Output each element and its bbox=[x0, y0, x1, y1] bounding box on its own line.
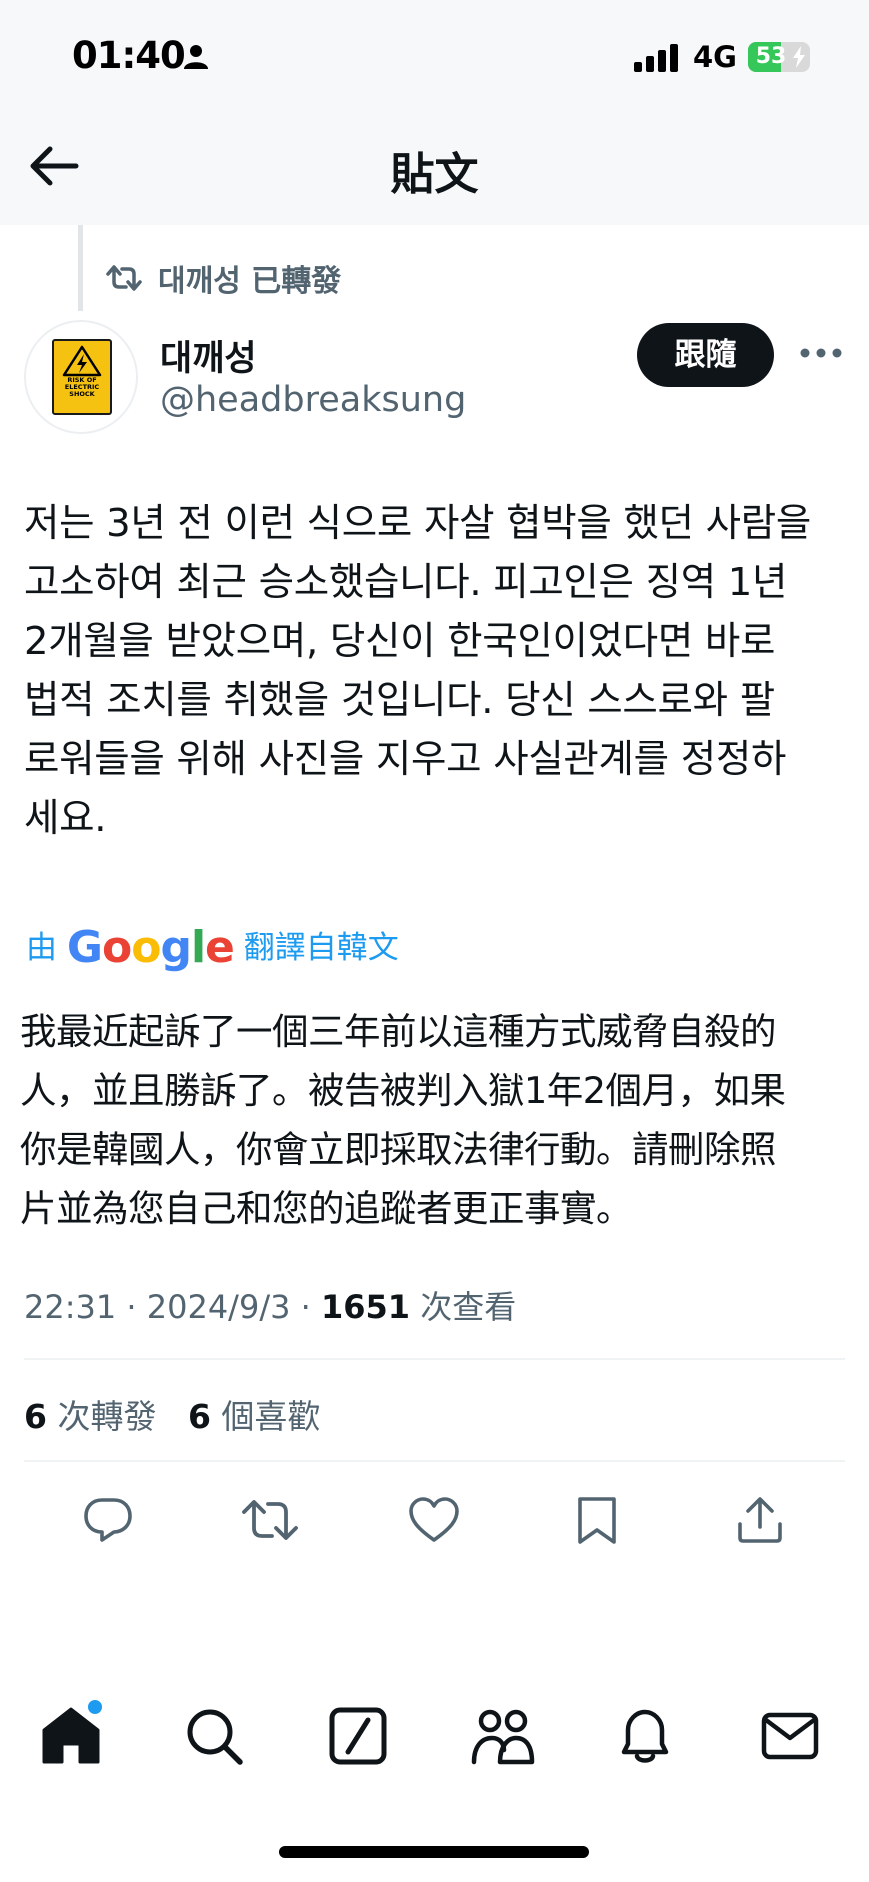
google-logo-letter: e bbox=[205, 922, 235, 973]
search-icon[interactable] bbox=[184, 1706, 244, 1766]
page-title: 貼文 bbox=[390, 149, 479, 200]
battery-percent: 53 bbox=[755, 44, 787, 69]
signal-icon bbox=[634, 44, 678, 72]
person-icon bbox=[184, 45, 208, 69]
google-logo: Google bbox=[66, 922, 235, 973]
divider bbox=[24, 1460, 845, 1462]
google-logo-letter: o bbox=[101, 922, 132, 973]
translated-line: 人，並且勝訴了。被告被判入獄1年2個月，如果 bbox=[20, 1069, 786, 1112]
translation-prefix: 由 bbox=[26, 930, 57, 966]
home-indicator bbox=[279, 1846, 589, 1858]
tweet-line: 로워들을 위해 사진을 지우고 사실관계를 정정하 bbox=[24, 737, 787, 782]
reply-icon[interactable] bbox=[82, 1494, 134, 1546]
author-display-name[interactable]: 대깨성 bbox=[160, 330, 257, 381]
engagement-stats: 6 次轉發 6 個喜歡 bbox=[24, 1390, 320, 1438]
retweets-stat[interactable]: 6 次轉發 bbox=[24, 1397, 156, 1436]
tweet-meta: 22:31 · 2024/9/3 · 1651 次查看 bbox=[24, 1282, 516, 1328]
author-handle[interactable]: @headbreaksung bbox=[160, 380, 466, 420]
notifications-icon[interactable] bbox=[616, 1706, 674, 1766]
like-icon[interactable] bbox=[407, 1494, 461, 1546]
google-logo-letter: G bbox=[66, 922, 103, 973]
google-logo-letter: l bbox=[190, 922, 206, 973]
meta-separator: · bbox=[300, 1288, 311, 1326]
new-posts-dot bbox=[86, 1698, 104, 1716]
translated-text: 我最近起訴了一個三年前以這種方式威脅自殺的 人，並且勝訴了。被告被判入獄1年2個… bbox=[20, 1002, 850, 1238]
translation-source-label: 翻譯自韓文 bbox=[243, 930, 399, 966]
translated-line: 你是韓國人，你會立即採取法律行動。請刪除照 bbox=[20, 1128, 777, 1171]
follow-button[interactable]: 跟隨 bbox=[637, 323, 774, 387]
translated-line: 片並為您自己和您的追蹤者更正事實。 bbox=[20, 1187, 633, 1230]
views-count: 1651 bbox=[320, 1288, 411, 1326]
meta-separator: · bbox=[126, 1288, 137, 1326]
tweet-date: 2024/9/3 bbox=[146, 1288, 291, 1326]
share-icon[interactable] bbox=[734, 1494, 786, 1546]
more-options-icon[interactable] bbox=[799, 347, 843, 359]
thread-line bbox=[78, 225, 83, 311]
likes-label: 個喜歡 bbox=[221, 1397, 321, 1436]
communities-icon[interactable] bbox=[470, 1706, 536, 1766]
tweet-line: 법적 조치를 취했을 것입니다. 당신 스스로와 팔 bbox=[24, 678, 775, 723]
status-time: 01:40 bbox=[72, 34, 186, 77]
likes-count: 6 bbox=[187, 1397, 211, 1436]
tweet-line: 저는 3년 전 이런 식으로 자살 협박을 했던 사람을 bbox=[24, 501, 811, 546]
tweet-text: 저는 3년 전 이런 식으로 자살 협박을 했던 사람을 고소하여 최근 승소했… bbox=[24, 494, 854, 848]
retweet-icon bbox=[106, 265, 142, 291]
charging-bolt-icon bbox=[793, 46, 805, 68]
divider bbox=[24, 1358, 845, 1360]
messages-icon[interactable] bbox=[760, 1706, 820, 1766]
tweet-line: 고소하여 최근 승소했습니다. 피고인은 징역 1년 bbox=[24, 560, 788, 605]
tweet-line: 세요. bbox=[24, 796, 107, 841]
retweet-icon[interactable] bbox=[240, 1494, 300, 1546]
google-logo-letter: g bbox=[160, 922, 191, 973]
avatar-sign-text: RISK OF ELECTRIC SHOCK bbox=[64, 376, 100, 398]
electric-warning-sign-avatar: RISK OF ELECTRIC SHOCK bbox=[52, 339, 112, 415]
likes-stat[interactable]: 6 個喜歡 bbox=[188, 1397, 320, 1436]
tweet-line: 2개월을 받았으며, 당신이 한국인이었다면 바로 bbox=[24, 619, 776, 664]
retweets-label: 次轉發 bbox=[57, 1397, 157, 1436]
network-label: 4G bbox=[693, 40, 737, 74]
translation-attribution[interactable]: 由 Google 翻譯自韓文 bbox=[26, 922, 399, 973]
translated-line: 我最近起訴了一個三年前以這種方式威脅自殺的 bbox=[20, 1010, 777, 1053]
google-logo-letter: o bbox=[131, 922, 161, 973]
bookmark-icon[interactable] bbox=[574, 1494, 620, 1546]
grok-icon[interactable] bbox=[328, 1706, 388, 1766]
retweet-context-label[interactable]: 대깨성 已轉發 bbox=[158, 256, 341, 300]
battery-indicator: 53 bbox=[748, 42, 810, 72]
lightning-warning-icon bbox=[62, 345, 102, 377]
tweet-time: 22:31 bbox=[24, 1288, 117, 1326]
retweets-count: 6 bbox=[24, 1397, 47, 1436]
views-label: 次查看 bbox=[420, 1288, 517, 1326]
